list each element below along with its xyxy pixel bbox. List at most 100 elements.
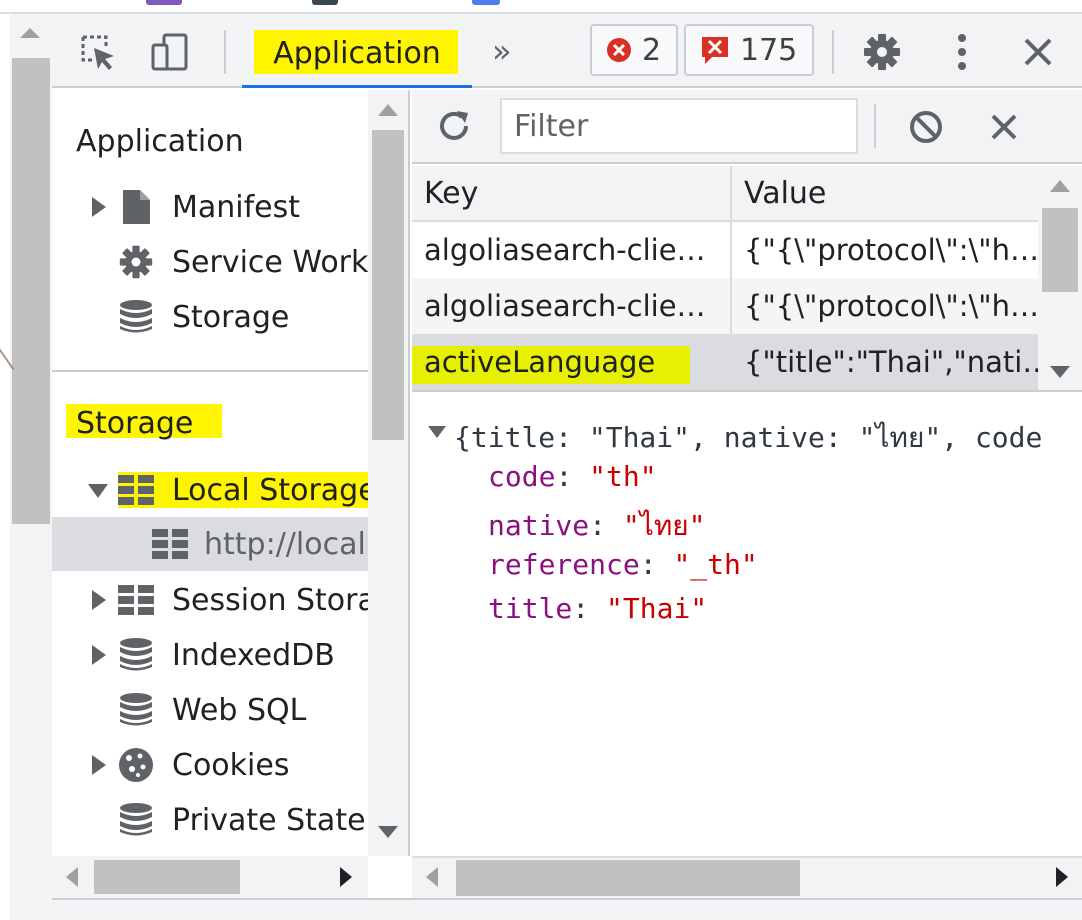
property-line: code: "th" [488, 460, 657, 493]
sidebar-item-local-storage[interactable]: Local Storage [52, 463, 377, 517]
scrollbar-thumb[interactable] [94, 860, 240, 894]
sidebar-item-cookies[interactable]: Cookies [52, 738, 368, 792]
table-row-selected[interactable]: activeLanguage {"title":"Thai","nati… [412, 334, 1038, 390]
database-icon [118, 692, 154, 728]
preview-horizontal-scrollbar[interactable] [412, 856, 1082, 898]
scrollbar-thumb[interactable] [372, 130, 404, 440]
close-devtools-icon[interactable] [1018, 32, 1058, 72]
more-options-icon[interactable] [942, 32, 982, 72]
property-key: title [488, 592, 573, 625]
sidebar-item-storage[interactable]: Storage [52, 290, 368, 344]
database-icon [118, 802, 154, 838]
storage-toolbar [412, 90, 1082, 164]
database-icon [118, 637, 154, 673]
collapse-arrow-icon[interactable] [428, 426, 446, 438]
expand-arrow-icon[interactable] [92, 645, 106, 665]
sidebar-item-manifest[interactable]: Manifest [52, 180, 368, 234]
more-tabs-button[interactable]: » [492, 32, 511, 70]
sidebar-item-label: IndexedDB [172, 637, 335, 673]
device-toolbar-icon[interactable] [150, 32, 190, 72]
expand-arrow-icon[interactable] [92, 755, 106, 775]
table-vertical-scrollbar[interactable] [1038, 166, 1082, 390]
drawer-edge [52, 898, 1082, 920]
inspect-element-icon[interactable] [78, 32, 118, 72]
storage-table: Key Value algoliasearch-clie… {"{\"proto… [412, 166, 1082, 392]
property-value: "Thai" [606, 592, 708, 625]
scroll-down-arrow[interactable] [378, 826, 398, 838]
tab-stub [472, 0, 500, 5]
column-divider[interactable] [730, 166, 732, 390]
file-icon [118, 189, 154, 225]
sidebar-item-localhost[interactable]: http://localhost [52, 517, 408, 571]
scroll-down-arrow[interactable] [1050, 366, 1070, 378]
settings-gear-icon[interactable] [862, 32, 902, 72]
sidebar-horizontal-scrollbar[interactable] [52, 856, 368, 898]
toolbar-separator [224, 30, 226, 74]
property-value: "th" [589, 460, 657, 493]
scrollbar-thumb[interactable] [456, 860, 800, 896]
property-value: "ไทย" [622, 509, 706, 542]
property-line: native: "ไทย" [488, 509, 706, 542]
sidebar-item-session-storage[interactable]: Session Storage [52, 573, 408, 627]
object-summary: {title: "Thai", native: "ไทย", code [454, 421, 1043, 454]
tab-application-label: Application [273, 36, 441, 71]
tab-application[interactable]: Application [242, 14, 472, 88]
expand-arrow-icon[interactable] [92, 197, 106, 217]
toolbar-separator [874, 104, 876, 148]
delete-selected-icon[interactable] [984, 107, 1024, 147]
column-header-value[interactable]: Value [732, 166, 1038, 222]
application-sidebar: Application Manifest Service Workers Sto… [52, 90, 410, 856]
database-icon [118, 299, 154, 335]
tab-stub [312, 0, 338, 5]
error-circle-icon [607, 38, 631, 62]
grid-icon [118, 472, 154, 508]
page-scrollbar[interactable] [10, 14, 52, 920]
sidebar-item-label: Web SQL [172, 692, 307, 728]
scroll-up-arrow[interactable] [1050, 180, 1070, 192]
error-count: 2 [642, 32, 662, 68]
sidebar-item-service-workers[interactable]: Service Workers [52, 235, 408, 289]
column-header-key[interactable]: Key [412, 166, 730, 222]
scroll-up-arrow[interactable] [20, 28, 40, 38]
devtools-toolbar: Application » 2 175 [52, 14, 1082, 88]
scroll-up-arrow[interactable] [378, 104, 398, 116]
browser-tab-strip [0, 0, 1082, 14]
issue-count: 175 [740, 32, 798, 68]
property-value: "_th" [673, 548, 758, 581]
sidebar-item-indexeddb[interactable]: IndexedDB [52, 628, 368, 682]
sidebar-item-label: Storage [172, 299, 290, 335]
value-preview: {title: "Thai", native: "ไทย", code code… [412, 394, 1082, 856]
scrollbar-thumb[interactable] [1042, 208, 1078, 292]
scroll-right-arrow[interactable] [1056, 867, 1068, 887]
section-title-storage: Storage [76, 406, 194, 441]
property-key: native [488, 509, 590, 542]
clear-all-icon[interactable] [906, 107, 946, 147]
scroll-left-arrow[interactable] [66, 867, 78, 887]
row-key: algoliasearch-clie… [424, 233, 706, 267]
expand-arrow-icon[interactable] [92, 590, 106, 610]
scroll-left-arrow[interactable] [426, 867, 438, 887]
table-row[interactable]: algoliasearch-clie… {"{\"protocol\":\"h… [412, 278, 1038, 334]
property-key: reference [488, 548, 640, 581]
collapse-arrow-icon[interactable] [88, 484, 108, 498]
grid-icon [152, 526, 188, 562]
issues-badge[interactable]: 175 [684, 24, 814, 76]
errors-badge[interactable]: 2 [590, 24, 678, 76]
filter-input[interactable] [500, 98, 858, 154]
row-value: {"{\"protocol\":\"h… [744, 233, 1038, 267]
sidebar-item-label: Local Storage [172, 472, 377, 508]
scroll-right-arrow[interactable] [340, 867, 352, 887]
property-key: code [488, 460, 556, 493]
gear-icon [118, 244, 154, 280]
row-key: algoliasearch-clie… [424, 289, 706, 323]
refresh-icon[interactable] [434, 106, 474, 146]
sidebar-vertical-scrollbar[interactable] [368, 90, 408, 856]
scrollbar-thumb[interactable] [12, 58, 50, 524]
row-value: {"title":"Thai","nati… [744, 345, 1038, 379]
sidebar-item-private-state-tokens[interactable]: Private State Tokens [52, 793, 408, 847]
tab-stub [146, 0, 182, 5]
table-row[interactable]: algoliasearch-clie… {"{\"protocol\":\"h… [412, 222, 1038, 278]
toolbar-separator [832, 30, 834, 74]
sidebar-item-web-sql[interactable]: Web SQL [52, 683, 368, 737]
property-line: reference: "_th" [488, 548, 758, 581]
